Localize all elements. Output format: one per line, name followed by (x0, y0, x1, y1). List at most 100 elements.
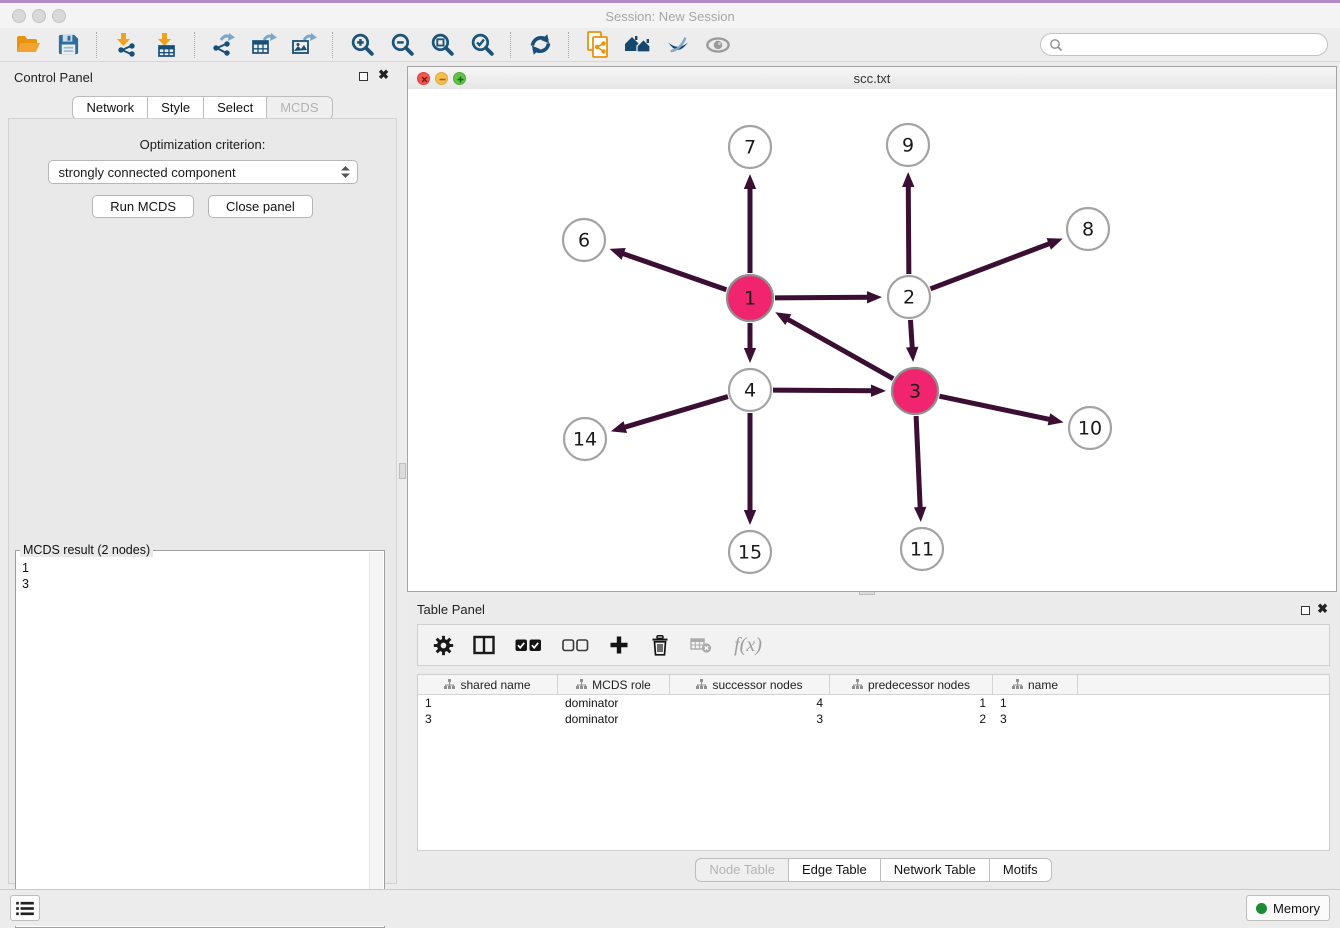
tab-network-table[interactable]: Network Table (881, 858, 990, 882)
graph-node-11[interactable]: 11 (901, 528, 943, 570)
table-panel-title: Table Panel (417, 602, 485, 617)
export-table-icon[interactable] (249, 30, 279, 60)
import-network-icon[interactable] (111, 30, 141, 60)
close-panel-icon[interactable]: ✖ (378, 68, 389, 82)
import-table-icon[interactable] (151, 30, 181, 60)
mcds-result-line: 3 (22, 576, 368, 592)
tab-edge-table[interactable]: Edge Table (789, 858, 881, 882)
graph-node-10[interactable]: 10 (1069, 407, 1111, 449)
delete-column-icon[interactable] (649, 634, 671, 656)
export-network-icon[interactable] (209, 30, 239, 60)
tab-style[interactable]: Style (148, 96, 204, 120)
unselect-all-columns-icon[interactable] (561, 634, 589, 656)
show-all-icon[interactable] (703, 30, 733, 60)
select-all-columns-icon[interactable] (514, 634, 542, 656)
network-canvas[interactable]: 7 9 6 8 1 2 4 3 14 10 15 11 (408, 89, 1336, 591)
graph-node-9[interactable]: 9 (887, 124, 929, 166)
toggle-column-pane-icon[interactable] (473, 634, 495, 656)
svg-text:9: 9 (902, 135, 914, 157)
hide-selected-icon[interactable] (663, 30, 693, 60)
graph-edge-4-3[interactable] (773, 385, 886, 397)
toolbar-separator (568, 32, 570, 58)
graph-edge-4-14[interactable] (611, 397, 728, 433)
network-graph: 7 9 6 8 1 2 4 3 14 10 15 11 (408, 89, 1336, 591)
run-mcds-button[interactable]: Run MCDS (92, 195, 194, 218)
task-history-button[interactable] (10, 895, 40, 921)
toolbar-separator (332, 32, 334, 58)
mcds-result-line: 1 (22, 560, 368, 576)
column-tree-icon (444, 679, 455, 690)
graph-node-2[interactable]: 2 (888, 276, 930, 318)
float-panel-icon[interactable] (359, 72, 368, 81)
save-session-icon[interactable] (53, 30, 83, 60)
column-header-predecessor-nodes[interactable]: predecessor nodes (830, 675, 993, 694)
graph-edge-2-3[interactable] (906, 320, 918, 362)
graph-edge-2-8[interactable] (931, 238, 1063, 289)
graph-edge-3-11[interactable] (914, 416, 926, 522)
table-row[interactable]: 1dominator411 (418, 695, 1329, 711)
graph-node-7[interactable]: 7 (729, 126, 771, 168)
mcds-result-list[interactable]: 13 (22, 560, 368, 592)
graph-edge-1-4[interactable] (744, 323, 756, 363)
graph-edge-2-9[interactable] (902, 172, 914, 274)
column-header-MCDS-role[interactable]: MCDS role (558, 675, 670, 694)
apply-layout-icon[interactable] (525, 30, 555, 60)
table-row[interactable]: 3dominator323 (418, 711, 1329, 727)
svg-text:1: 1 (744, 288, 756, 310)
graph-node-15[interactable]: 15 (729, 531, 771, 573)
float-table-panel-icon[interactable] (1301, 606, 1310, 615)
column-header-successor-nodes[interactable]: successor nodes (670, 675, 830, 694)
graph-edge-3-1[interactable] (775, 312, 893, 378)
network-view-window: scc.txt 7 9 6 8 1 2 4 3 14 10 15 11 (407, 66, 1337, 592)
zoom-out-icon[interactable] (387, 30, 417, 60)
close-table-panel-icon[interactable]: ✖ (1317, 602, 1328, 616)
network-window-titlebar[interactable]: scc.txt (408, 67, 1336, 90)
tab-mcds[interactable]: MCDS (267, 96, 332, 120)
graph-edge-1-6[interactable] (609, 248, 726, 290)
table-cell: 4 (670, 696, 830, 710)
tab-select[interactable]: Select (204, 96, 267, 120)
svg-text:6: 6 (578, 230, 590, 252)
vertical-splitter-grip[interactable] (399, 463, 406, 479)
graph-edge-3-10[interactable] (939, 396, 1063, 425)
graph-node-1[interactable]: 1 (727, 275, 773, 321)
graph-node-4[interactable]: 4 (729, 369, 771, 411)
graph-node-14[interactable]: 14 (564, 418, 606, 460)
status-bar: Memory (0, 889, 1340, 926)
search-input[interactable] (1040, 33, 1328, 56)
graph-node-3[interactable]: 3 (892, 368, 938, 414)
table-cell: 3 (418, 712, 558, 726)
add-column-icon[interactable] (608, 634, 630, 656)
optimization-criterion-label: Optimization criterion: (9, 137, 396, 152)
table-toolbar: f(x) (417, 624, 1330, 666)
graph-edge-1-7[interactable] (744, 174, 756, 273)
settings-gear-icon[interactable] (432, 634, 454, 656)
column-header-shared-name[interactable]: shared name (418, 675, 558, 694)
first-neighbors-icon[interactable] (623, 30, 653, 60)
table-cell: dominator (558, 696, 670, 710)
node-table[interactable]: shared nameMCDS rolesuccessor nodesprede… (417, 674, 1330, 851)
new-network-from-selection-icon[interactable] (583, 30, 613, 60)
tab-motifs[interactable]: Motifs (990, 858, 1052, 882)
zoom-selected-icon[interactable] (467, 30, 497, 60)
graph-edge-1-2[interactable] (775, 291, 882, 303)
function-builder-icon: f(x) (731, 634, 765, 656)
close-panel-button[interactable]: Close panel (208, 195, 313, 218)
svg-text:3: 3 (909, 381, 921, 403)
zoom-fit-icon[interactable] (427, 30, 457, 60)
open-file-icon[interactable] (13, 30, 43, 60)
graph-node-6[interactable]: 6 (563, 219, 605, 261)
tab-node-table[interactable]: Node Table (695, 858, 789, 882)
zoom-in-icon[interactable] (347, 30, 377, 60)
toolbar-separator (510, 32, 512, 58)
graph-node-8[interactable]: 8 (1067, 208, 1109, 250)
tab-network[interactable]: Network (72, 96, 148, 120)
export-image-icon[interactable] (289, 30, 319, 60)
graph-edge-4-15[interactable] (744, 413, 756, 525)
table-cell: 1 (830, 696, 993, 710)
table-panel-tabs: Node TableEdge TableNetwork TableMotifs (695, 858, 1051, 882)
column-header-name[interactable]: name (993, 675, 1078, 694)
criterion-dropdown[interactable]: strongly connected component (48, 160, 358, 184)
memory-button[interactable]: Memory (1246, 895, 1330, 921)
result-scrollbar[interactable] (369, 552, 383, 926)
